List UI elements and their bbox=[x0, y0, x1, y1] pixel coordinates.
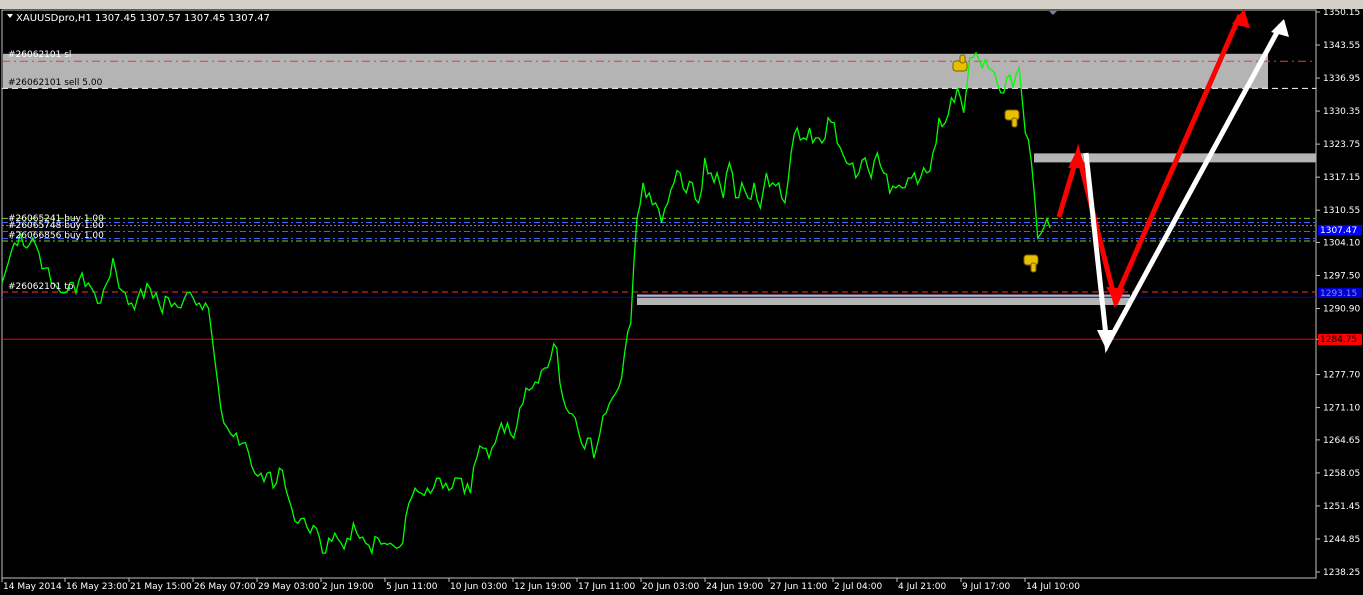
y-tick-label: 1297.50 bbox=[1323, 271, 1360, 281]
x-tick-label: 26 May 07:00 bbox=[194, 582, 256, 592]
x-tick-label: 27 Jun 11:00 bbox=[770, 582, 827, 592]
tp-price-tag: 1293.15 bbox=[1318, 288, 1362, 299]
chart-title: XAUUSDpro,H1 1307.45 1307.57 1307.45 130… bbox=[16, 13, 270, 24]
y-tick-label: 1350.15 bbox=[1323, 9, 1360, 18]
top-toolbar-strip bbox=[0, 0, 1363, 9]
price-zone bbox=[3, 53, 1268, 89]
x-tick-label: 21 May 15:00 bbox=[130, 582, 192, 592]
y-tick-label: 1323.75 bbox=[1323, 140, 1360, 150]
x-tick-label: 14 Jul 10:00 bbox=[1026, 582, 1080, 592]
support-price-tag: 1284.75 bbox=[1318, 334, 1362, 345]
x-tick-label: 14 May 2014 bbox=[3, 582, 62, 592]
x-tick-label: 29 May 03:00 bbox=[258, 582, 320, 592]
x-tick-label: 4 Jul 21:00 bbox=[898, 582, 947, 592]
tp-price-tag-text: 1293.15 bbox=[1320, 289, 1357, 299]
x-tick-label: 2 Jun 19:00 bbox=[322, 582, 374, 592]
order-sell-label: #26062101 sell 5.00 bbox=[8, 78, 103, 88]
x-tick-label: 17 Jun 11:00 bbox=[578, 582, 635, 592]
y-tick-label: 1310.55 bbox=[1323, 206, 1360, 216]
x-tick-label: 9 Jul 17:00 bbox=[962, 582, 1011, 592]
x-tick-label: 12 Jun 19:00 bbox=[514, 582, 571, 592]
y-tick-label: 1336.95 bbox=[1323, 74, 1360, 84]
x-tick-label: 24 Jun 19:00 bbox=[706, 582, 763, 592]
y-tick-label: 1238.25 bbox=[1323, 568, 1360, 578]
order-sl-label: #26062101 sl bbox=[8, 50, 71, 60]
y-tick-label: 1317.15 bbox=[1323, 173, 1360, 183]
order-buy3-label: #26066856 buy 1.00 bbox=[8, 231, 104, 241]
x-tick-label: 20 Jun 03:00 bbox=[642, 582, 699, 592]
price-zone bbox=[637, 294, 1130, 306]
y-tick-label: 1244.85 bbox=[1323, 535, 1360, 545]
current-price-tag: 1307.47 bbox=[1318, 225, 1362, 236]
y-tick-label: 1251.45 bbox=[1323, 502, 1360, 512]
order-buy2-label: #26065748 buy 1.00 bbox=[8, 221, 104, 231]
x-tick-label: 10 Jun 03:00 bbox=[450, 582, 507, 592]
y-tick-label: 1277.70 bbox=[1323, 371, 1360, 381]
x-tick-label: 5 Jun 11:00 bbox=[386, 582, 438, 592]
y-tick-label: 1290.90 bbox=[1323, 305, 1360, 315]
y-tick-label: 1271.10 bbox=[1323, 404, 1360, 414]
order-tp-label: #26062101 tp bbox=[8, 282, 74, 292]
y-tick-label: 1258.05 bbox=[1323, 469, 1360, 479]
y-tick-label: 1330.35 bbox=[1323, 107, 1360, 117]
x-tick-label: 16 May 23:00 bbox=[66, 582, 128, 592]
price-chart[interactable]: XAUUSDpro,H1 1307.45 1307.57 1307.45 130… bbox=[0, 9, 1363, 595]
y-tick-label: 1343.55 bbox=[1323, 41, 1360, 51]
y-tick-label: 1264.65 bbox=[1323, 436, 1360, 446]
support-price-tag-text: 1284.75 bbox=[1320, 335, 1357, 345]
current-price-tag-text: 1307.47 bbox=[1320, 226, 1357, 236]
y-tick-label: 1304.10 bbox=[1323, 238, 1360, 248]
x-tick-label: 2 Jul 04:00 bbox=[834, 582, 883, 592]
